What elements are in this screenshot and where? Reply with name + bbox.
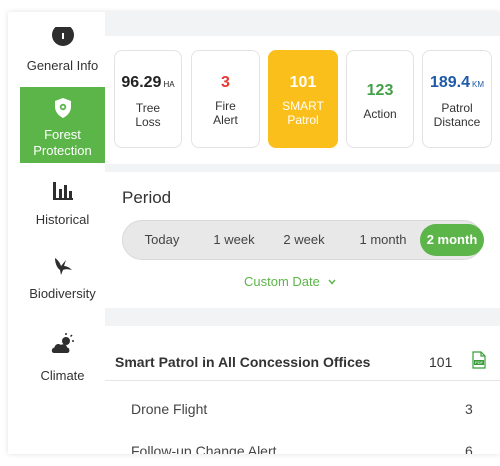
sidebar-item-label: Climate xyxy=(40,368,85,383)
cloud-sun-icon xyxy=(50,332,76,358)
patrol-row-label: Follow-up Change Alert xyxy=(131,443,277,454)
sidebar-item-label: Protection xyxy=(33,143,92,158)
stat-number: 123 xyxy=(366,82,394,99)
stat-value: 3 xyxy=(221,73,230,93)
sidebar-item-label: Biodiversity xyxy=(29,286,96,301)
stat-action[interactable]: 123 Action xyxy=(346,50,414,148)
bird-icon xyxy=(50,252,76,278)
stat-number: 96.29 xyxy=(121,74,162,91)
stat-patrol-distance[interactable]: 189.4 KM Patrol Distance xyxy=(422,50,492,148)
sidebar: General Info Forest Protection Historica… xyxy=(8,12,105,454)
stat-value: 123 xyxy=(367,81,394,101)
info-icon xyxy=(50,26,76,52)
period-option-1-month[interactable]: 1 month xyxy=(343,221,423,259)
stat-unit: KM xyxy=(472,80,485,89)
stat-value: 101 xyxy=(290,73,317,93)
sidebar-item-general-info[interactable]: General Info xyxy=(20,20,105,80)
sidebar-item-label: Forest xyxy=(44,127,81,142)
period-selector: Today 1 week 2 week 1 month 2 month xyxy=(122,220,484,260)
bar-chart-icon xyxy=(50,178,76,204)
sidebar-item-climate[interactable]: Climate xyxy=(20,332,105,392)
stat-smart-patrol[interactable]: 101 SMART Patrol xyxy=(268,50,338,148)
stat-label: SMART xyxy=(282,99,324,113)
period-option-2-month[interactable]: 2 month xyxy=(420,224,484,256)
sidebar-item-label: Historical xyxy=(35,212,90,227)
period-option-2-week[interactable]: 2 week xyxy=(273,221,335,259)
patrol-row-value: 3 xyxy=(465,401,473,417)
stat-label: Tree xyxy=(135,101,161,115)
custom-date-label: Custom Date xyxy=(244,274,320,289)
period-option-today[interactable]: Today xyxy=(131,221,193,259)
stat-label: Action xyxy=(363,107,397,121)
custom-date-toggle[interactable]: Custom Date xyxy=(244,274,336,289)
pdf-icon[interactable]: PDF xyxy=(472,351,486,369)
patrol-row-value: 6 xyxy=(465,443,473,454)
stat-number: 3 xyxy=(221,74,230,91)
smart-patrol-card xyxy=(105,326,500,454)
chevron-down-icon xyxy=(328,279,336,285)
stat-label: Fire xyxy=(215,99,236,113)
stat-fire-alert[interactable]: 3 Fire Alert xyxy=(191,50,260,148)
stat-value: 96.29 HA xyxy=(121,73,174,95)
stat-value: 189.4 KM xyxy=(430,73,484,95)
sidebar-item-historical[interactable]: Historical xyxy=(20,178,105,238)
stat-unit: HA xyxy=(163,80,175,89)
stat-label: Loss xyxy=(135,115,161,129)
period-option-1-week[interactable]: 1 week xyxy=(203,221,265,259)
sidebar-item-biodiversity[interactable]: Biodiversity xyxy=(20,252,105,312)
stat-label: Patrol xyxy=(441,101,473,115)
sidebar-item-forest-protection[interactable]: Forest Protection xyxy=(20,87,105,163)
smart-patrol-total: 101 xyxy=(429,354,453,370)
smart-patrol-title: Smart Patrol in All Concession Offices xyxy=(115,354,371,370)
stat-label: Distance xyxy=(433,115,481,129)
period-title: Period xyxy=(122,188,172,207)
sidebar-item-label: General Info xyxy=(26,58,99,73)
stat-tree-loss[interactable]: 96.29 HA Tree Loss xyxy=(114,50,182,148)
stat-label: Patrol xyxy=(287,113,319,127)
shield-icon xyxy=(50,95,76,121)
stat-number: 189.4 xyxy=(429,74,471,91)
divider xyxy=(105,380,500,381)
patrol-row-label: Drone Flight xyxy=(131,401,208,417)
app-frame: General Info Forest Protection Historica… xyxy=(8,12,500,454)
stat-label: Alert xyxy=(213,113,238,127)
stat-number: 101 xyxy=(289,74,317,91)
pdf-label: PDF xyxy=(475,360,483,365)
